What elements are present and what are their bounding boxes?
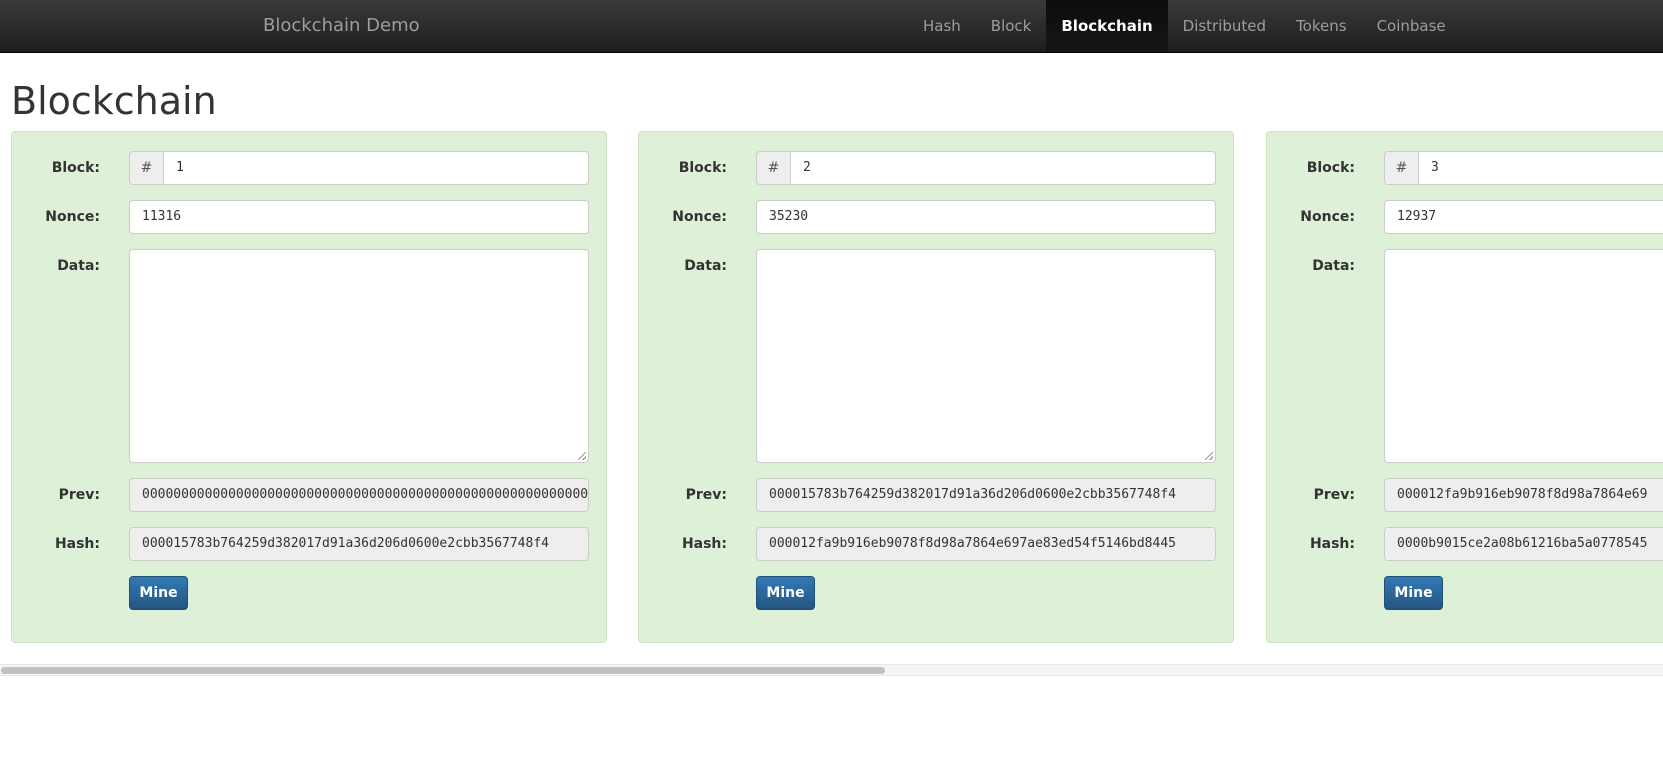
nonce-input[interactable]: 12937 (1384, 200, 1663, 234)
nav-item-block[interactable]: Block (976, 0, 1047, 52)
mine-button[interactable]: Mine (756, 576, 815, 610)
prev-label: Prev: (685, 487, 727, 503)
hash-row: Hash: 000012fa9b916eb9078f8d98a7864e697a… (639, 527, 1235, 561)
mine-button[interactable]: Mine (129, 576, 188, 610)
data-textarea[interactable] (1384, 249, 1663, 463)
scrollbar-thumb[interactable] (1, 667, 885, 674)
prev-row: Prev: 000015783b764259d382017d91a36d206d… (639, 478, 1235, 512)
nonce-label: Nonce: (45, 209, 100, 225)
hash-symbol-addon: # (1384, 151, 1418, 185)
page-title: Blockchain (11, 79, 217, 123)
nav-item-hash[interactable]: Hash (908, 0, 976, 52)
nav-menu: Hash Block Blockchain Distributed Tokens… (908, 0, 1461, 52)
block-label: Block: (1306, 160, 1355, 176)
mine-row: Mine (12, 576, 608, 610)
hash-field: 000015783b764259d382017d91a36d206d0600e2… (129, 527, 589, 561)
nonce-input[interactable]: 11316 (129, 200, 589, 234)
block-card: Block: # 1 Nonce: 11316 Data: Prev: 0000… (11, 131, 607, 643)
nav-item-tokens[interactable]: Tokens (1281, 0, 1362, 52)
nonce-input[interactable]: 35230 (756, 200, 1216, 234)
top-navbar: Blockchain Demo Hash Block Blockchain Di… (0, 0, 1663, 53)
hash-label: Hash: (54, 536, 100, 552)
data-textarea[interactable] (129, 249, 589, 463)
prev-hash-field: 000015783b764259d382017d91a36d206d0600e2… (756, 478, 1216, 512)
prev-label: Prev: (1313, 487, 1355, 503)
prev-row: Prev: 0000000000000000000000000000000000… (12, 478, 608, 512)
block-number-row: Block: # 3 (1267, 151, 1663, 185)
prev-hash-field: 000012fa9b916eb9078f8d98a7864e69 (1384, 478, 1663, 512)
nonce-label: Nonce: (1300, 209, 1355, 225)
hash-symbol-addon: # (129, 151, 163, 185)
nonce-row: Nonce: 35230 (639, 200, 1235, 234)
prev-label: Prev: (58, 487, 100, 503)
navbar-brand[interactable]: Blockchain Demo (263, 0, 420, 52)
block-number-input[interactable]: 2 (790, 151, 1216, 185)
nav-item-blockchain[interactable]: Blockchain (1046, 0, 1168, 52)
nav-item-distributed[interactable]: Distributed (1168, 0, 1281, 52)
prev-row: Prev: 000012fa9b916eb9078f8d98a7864e69 (1267, 478, 1663, 512)
hash-symbol-addon: # (756, 151, 790, 185)
hash-field: 0000b9015ce2a08b61216ba5a0778545 (1384, 527, 1663, 561)
block-number-input[interactable]: 1 (163, 151, 589, 185)
data-textarea[interactable] (756, 249, 1216, 463)
hash-row: Hash: 0000b9015ce2a08b61216ba5a0778545 (1267, 527, 1663, 561)
block-card: Block: # 3 Nonce: 12937 Data: Prev: 0000… (1266, 131, 1663, 643)
mine-button[interactable]: Mine (1384, 576, 1443, 610)
mine-row: Mine (1267, 576, 1663, 610)
resize-handle-icon[interactable] (578, 452, 586, 460)
data-label: Data: (684, 258, 727, 274)
hash-label: Hash: (1309, 536, 1355, 552)
data-label: Data: (1312, 258, 1355, 274)
block-label: Block: (51, 160, 100, 176)
hash-label: Hash: (681, 536, 727, 552)
nonce-row: Nonce: 11316 (12, 200, 608, 234)
nav-item-coinbase[interactable]: Coinbase (1362, 0, 1461, 52)
nonce-label: Nonce: (672, 209, 727, 225)
data-row: Data: (12, 249, 608, 463)
mine-row: Mine (639, 576, 1235, 610)
block-number-row: Block: # 2 (639, 151, 1235, 185)
data-label: Data: (57, 258, 100, 274)
block-label: Block: (678, 160, 727, 176)
block-number-row: Block: # 1 (12, 151, 608, 185)
prev-hash-field: 0000000000000000000000000000000000000000… (129, 478, 589, 512)
hash-field: 000012fa9b916eb9078f8d98a7864e697ae83ed5… (756, 527, 1216, 561)
horizontal-scrollbar[interactable] (0, 664, 1663, 676)
nonce-row: Nonce: 12937 (1267, 200, 1663, 234)
block-card: Block: # 2 Nonce: 35230 Data: Prev: 0000… (638, 131, 1234, 643)
hash-row: Hash: 000015783b764259d382017d91a36d206d… (12, 527, 608, 561)
resize-handle-icon[interactable] (1205, 452, 1213, 460)
data-row: Data: (639, 249, 1235, 463)
data-row: Data: (1267, 249, 1663, 463)
blockchain-container: Block: # 1 Nonce: 11316 Data: Prev: 0000… (11, 131, 1663, 643)
block-number-input[interactable]: 3 (1418, 151, 1663, 185)
